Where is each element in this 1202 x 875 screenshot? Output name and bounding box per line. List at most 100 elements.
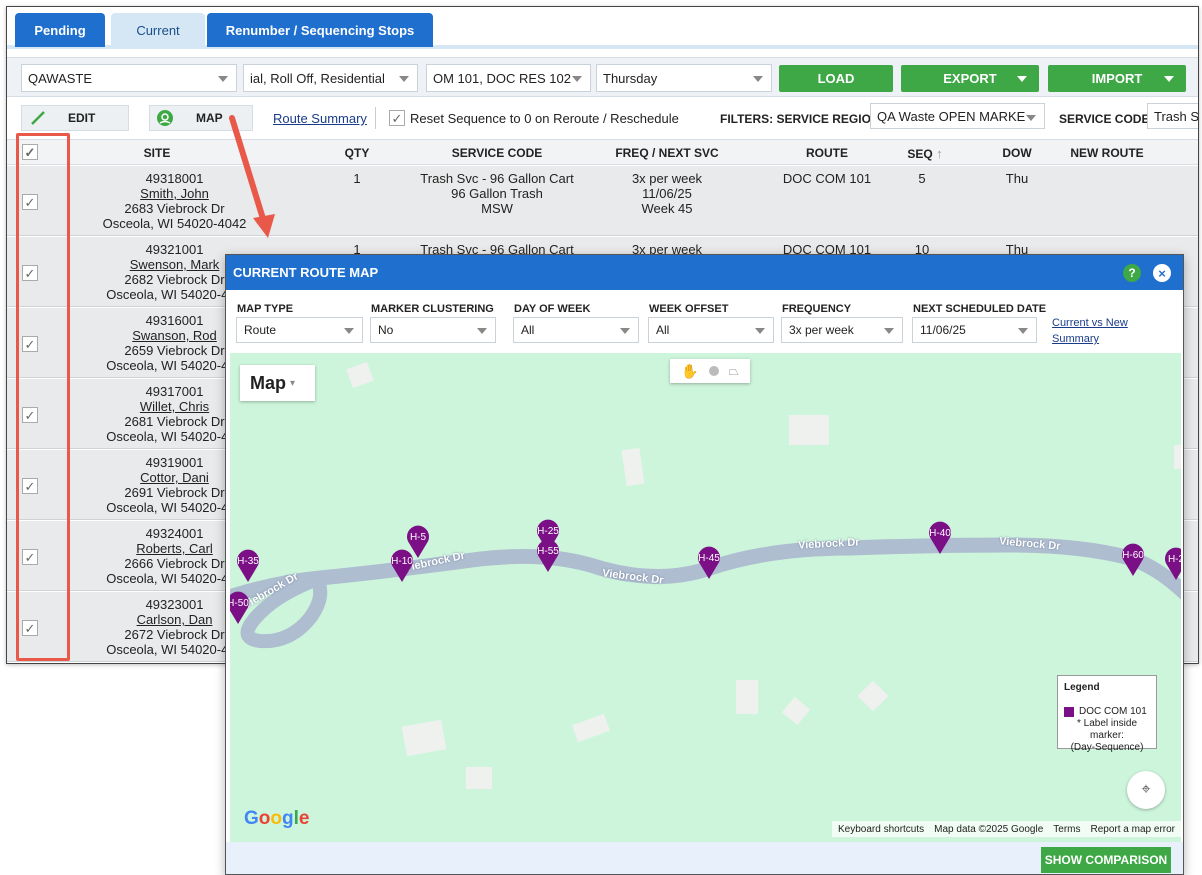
- show-comparison-button[interactable]: SHOW COMPARISON: [1041, 847, 1171, 873]
- company-select[interactable]: QAWASTE: [21, 64, 237, 92]
- chevron-down-icon: [1026, 115, 1036, 121]
- route-stop-marker[interactable]: H-5: [406, 525, 430, 562]
- report-map-error-link[interactable]: Report a map error: [1091, 824, 1175, 835]
- col-new-route[interactable]: NEW ROUTE: [1047, 146, 1167, 160]
- col-freq-next-svc[interactable]: FREQ / NEXT SVC: [597, 146, 737, 160]
- legend-entry: DOC COM 101: [1064, 706, 1150, 718]
- chevron-down-icon: [572, 76, 582, 82]
- legend-note1: * Label inside marker:: [1076, 718, 1138, 741]
- edit-button[interactable]: EDIT: [21, 105, 129, 131]
- service-code-line2: 96 Gallon Trash: [451, 186, 543, 201]
- next-scheduled-date-select[interactable]: 11/06/25: [912, 317, 1037, 343]
- reset-sequence-label: Reset Sequence to 0 on Reroute / Resched…: [410, 111, 679, 126]
- day-of-week-select[interactable]: All: [513, 317, 639, 343]
- chevron-down-icon: [1017, 76, 1027, 82]
- route-stop-marker[interactable]: H-35: [236, 549, 260, 586]
- day-of-week-value: All: [521, 323, 535, 337]
- map-type-button[interactable]: Map ▾: [240, 365, 315, 401]
- map-type-select[interactable]: Route: [236, 317, 363, 343]
- route-stop-marker[interactable]: H-2: [1164, 547, 1181, 584]
- route-cell: DOC COM 101: [782, 171, 872, 186]
- day-select[interactable]: Thursday: [596, 64, 772, 92]
- map-type-button-label: Map: [250, 372, 286, 393]
- polygon-draw-icon[interactable]: ⏢: [729, 363, 739, 379]
- service-code-line1: Trash Svc - 96 Gallon Cart: [420, 171, 574, 186]
- close-icon[interactable]: ×: [1153, 264, 1171, 282]
- frequency-label: FREQUENCY: [782, 303, 852, 315]
- marker-label: H-55: [537, 546, 559, 557]
- terms-link[interactable]: Terms: [1053, 824, 1080, 835]
- routes-select-value: OM 101, DOC RES 102: [433, 70, 571, 86]
- edit-button-label: EDIT: [68, 111, 96, 125]
- service-week: Week 45: [641, 201, 693, 216]
- frequency: 3x per week: [631, 171, 703, 186]
- route-stop-marker[interactable]: H-60: [1121, 543, 1145, 580]
- frequency-select[interactable]: 3x per week: [781, 317, 903, 343]
- export-button[interactable]: EXPORT: [901, 65, 1039, 92]
- route-summary-link[interactable]: Route Summary: [273, 111, 367, 126]
- marker-label: H-45: [698, 553, 720, 564]
- sort-ascending-icon: ↑: [936, 146, 943, 161]
- chevron-down-icon: [753, 76, 763, 82]
- marker-clustering-select[interactable]: No: [370, 317, 496, 343]
- service-region-select-value: QA Waste OPEN MARKE: [877, 108, 1026, 124]
- service-code-line3: MSW: [481, 201, 513, 216]
- tab-current[interactable]: Current: [111, 13, 205, 47]
- chevron-down-icon: [399, 76, 409, 82]
- legend-note2: (Day-Sequence): [1070, 742, 1144, 753]
- import-button[interactable]: IMPORT: [1048, 65, 1186, 92]
- drawing-toolbar: ✋ ⏢: [670, 359, 750, 383]
- week-offset-select[interactable]: All: [648, 317, 774, 343]
- help-icon[interactable]: ?: [1123, 264, 1141, 282]
- hand-pan-icon[interactable]: ✋: [681, 363, 698, 380]
- service-type-select-value: ial, Roll Off, Residential: [250, 70, 385, 86]
- marker-label: H-60: [1122, 550, 1144, 561]
- col-seq[interactable]: SEQ ↑: [895, 146, 955, 161]
- service-region-select[interactable]: QA Waste OPEN MARKE: [870, 103, 1045, 129]
- fullscreen-icon[interactable]: ⌖: [1127, 771, 1165, 809]
- annotation-arrow-icon: [229, 115, 275, 238]
- route-stop-marker[interactable]: H-55: [536, 539, 560, 576]
- col-seq-label: SEQ: [907, 147, 933, 161]
- filters-service-region-label: FILTERS: SERVICE REGION: [720, 112, 880, 126]
- current-vs-new-summary-link[interactable]: Current vs New Summary: [1052, 315, 1128, 347]
- circle-draw-icon[interactable]: [708, 366, 719, 376]
- routes-select[interactable]: OM 101, DOC RES 102: [426, 64, 591, 92]
- legend-entry-label: DOC COM 101: [1079, 706, 1147, 717]
- next-scheduled-date-label: NEXT SCHEDULED DATE: [913, 303, 1047, 315]
- chevron-down-icon: [218, 76, 228, 82]
- service-type-select[interactable]: ial, Roll Off, Residential: [243, 64, 418, 92]
- route-map[interactable]: Viebrock Dr Viebrock Dr Viebrock Dr Vieb…: [230, 353, 1181, 842]
- pencil-icon: [31, 111, 45, 125]
- table-row[interactable]: ✓ 49318001 Smith, John 2683 Viebrock Dr …: [7, 166, 1198, 236]
- route-stop-marker[interactable]: H-45: [697, 546, 721, 583]
- map-data-attribution: Map data ©2025 Google: [934, 823, 1044, 835]
- load-button[interactable]: LOAD: [779, 65, 893, 92]
- current-route-map-modal: CURRENT ROUTE MAP ? × MAP TYPE Route MAR…: [225, 254, 1184, 875]
- service-code-cell: Trash Svc - 96 Gallon Cart 96 Gallon Tra…: [407, 171, 587, 216]
- google-logo: Google: [244, 808, 310, 829]
- col-route[interactable]: ROUTE: [767, 146, 887, 160]
- route-stop-marker[interactable]: H-40: [928, 521, 952, 558]
- keyboard-shortcuts-link[interactable]: Keyboard shortcuts: [838, 824, 924, 835]
- col-dow[interactable]: DOW: [987, 146, 1047, 160]
- chevron-down-icon: [477, 328, 487, 334]
- reset-sequence-checkbox[interactable]: ✓: [389, 110, 405, 126]
- day-select-value: Thursday: [603, 70, 658, 86]
- marker-label: H-5: [410, 532, 427, 543]
- next-scheduled-date-value: 11/06/25: [920, 323, 966, 337]
- service-code-label: SERVICE CODE: [1059, 112, 1150, 126]
- legend-swatch: [1064, 707, 1074, 717]
- service-code-select[interactable]: Trash Svc: [1147, 103, 1199, 129]
- tab-renumber-sequencing[interactable]: Renumber / Sequencing Stops: [207, 13, 433, 47]
- route-stop-marker[interactable]: H-50: [230, 591, 250, 628]
- col-service-code[interactable]: SERVICE CODE: [407, 146, 587, 160]
- map-legend: Legend DOC COM 101 * Label inside marker…: [1057, 675, 1157, 753]
- checkbox-column-highlight: [16, 133, 70, 661]
- service-code-select-value: Trash Svc: [1154, 108, 1199, 124]
- tab-pending[interactable]: Pending: [15, 13, 105, 47]
- legend-title: Legend: [1064, 682, 1100, 693]
- map-attribution: Keyboard shortcuts Map data ©2025 Google…: [831, 821, 1181, 837]
- col-qty[interactable]: QTY: [327, 146, 387, 160]
- next-service-date: 11/06/25: [642, 186, 692, 201]
